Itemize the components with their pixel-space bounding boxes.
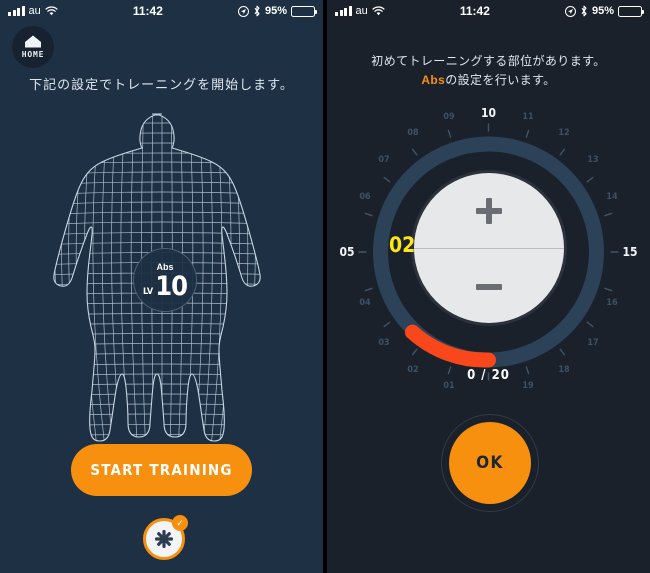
svg-text:13: 13 (587, 155, 598, 165)
right-phone-screen: au 11:42 95% 初めてトレーニングする部位があります。 Absの設定を… (327, 0, 650, 573)
ok-button-label: OK (476, 453, 504, 473)
battery-icon (618, 5, 644, 17)
setup-headline-line2-wrap: Absの設定を行います。 (327, 71, 650, 90)
battery-icon (291, 5, 317, 17)
dial-selected-value: 02 (389, 233, 416, 257)
svg-text:04: 04 (359, 298, 371, 308)
start-training-button[interactable]: START TRAINING (71, 444, 252, 496)
svg-text:12: 12 (558, 128, 569, 138)
home-button-label: HOME (21, 50, 45, 59)
clock: 11:42 (459, 4, 490, 18)
level-badge: Abs LV 10 (133, 248, 197, 312)
plus-icon (476, 197, 502, 224)
svg-text:14: 14 (606, 192, 618, 202)
battery-percent-label: 95% (591, 5, 614, 17)
ok-button[interactable]: OK (449, 422, 531, 504)
dial-tick-05: 05 (339, 245, 354, 259)
setup-headline-line2: の設定を行います。 (445, 72, 556, 87)
svg-text:07: 07 (378, 155, 389, 165)
status-bar-left: au 11:42 95% (0, 0, 323, 22)
home-icon (24, 35, 42, 48)
wifi-icon (45, 6, 58, 16)
pad-fab-badge: ✓ (172, 515, 188, 531)
intensity-dial[interactable]: 11 12 13 14 16 17 18 19 01 02 03 04 06 0… (338, 104, 639, 400)
location-arrow-icon (237, 5, 249, 17)
setup-headline: 初めてトレーニングする部位があります。 Absの設定を行います。 (327, 52, 650, 89)
status-bar-left-group: au (8, 5, 58, 17)
dial-center-control[interactable] (414, 173, 564, 323)
svg-text:08: 08 (407, 128, 419, 138)
svg-text:17: 17 (587, 338, 598, 348)
cellular-signal-icon (8, 6, 25, 16)
bluetooth-icon (580, 5, 588, 17)
svg-text:09: 09 (443, 112, 455, 122)
cellular-signal-icon (335, 6, 352, 16)
left-phone-screen: au 11:42 95% HOME 下記の設定でトレーニングを開始します。 Ab… (0, 0, 323, 573)
pad-icon (154, 529, 174, 549)
app-root: au 11:42 95% HOME 下記の設定でトレーニングを開始します。 Ab… (0, 0, 650, 573)
page-title: 下記の設定でトレーニングを開始します。 (29, 77, 294, 92)
bluetooth-icon (253, 5, 261, 17)
status-bar-left-group-2: au (335, 5, 385, 17)
status-bar-right-group-2: 95% (564, 5, 644, 17)
setup-headline-accent: Abs (421, 72, 446, 87)
status-bar-right-group: 95% (237, 5, 317, 17)
level-badge-value-row: LV 10 (143, 270, 188, 302)
home-button[interactable]: HOME (12, 26, 54, 68)
pad-fab-button[interactable]: ✓ (143, 515, 188, 560)
dial-tick-10: 10 (481, 106, 496, 120)
status-bar-right: au 11:42 95% (327, 0, 650, 22)
location-arrow-icon (564, 5, 576, 17)
svg-text:03: 03 (378, 338, 389, 348)
svg-text:16: 16 (606, 298, 618, 308)
start-training-label: START TRAINING (90, 461, 233, 479)
setup-headline-line1: 初めてトレーニングする部位があります。 (371, 54, 606, 68)
carrier-label: au (28, 5, 41, 17)
level-badge-prefix: LV (143, 286, 154, 297)
wifi-icon (372, 6, 385, 16)
battery-percent-label: 95% (264, 5, 287, 17)
svg-text:06: 06 (359, 192, 371, 202)
level-badge-number: 10 (155, 270, 188, 302)
minus-icon (476, 283, 502, 290)
ok-button-ring: OK (441, 414, 539, 512)
dial-count-label: 0 / 20 (467, 368, 510, 383)
clock: 11:42 (132, 4, 163, 18)
svg-text:11: 11 (522, 112, 534, 122)
carrier-label: au (355, 5, 368, 17)
dial-tick-15: 15 (622, 245, 637, 259)
